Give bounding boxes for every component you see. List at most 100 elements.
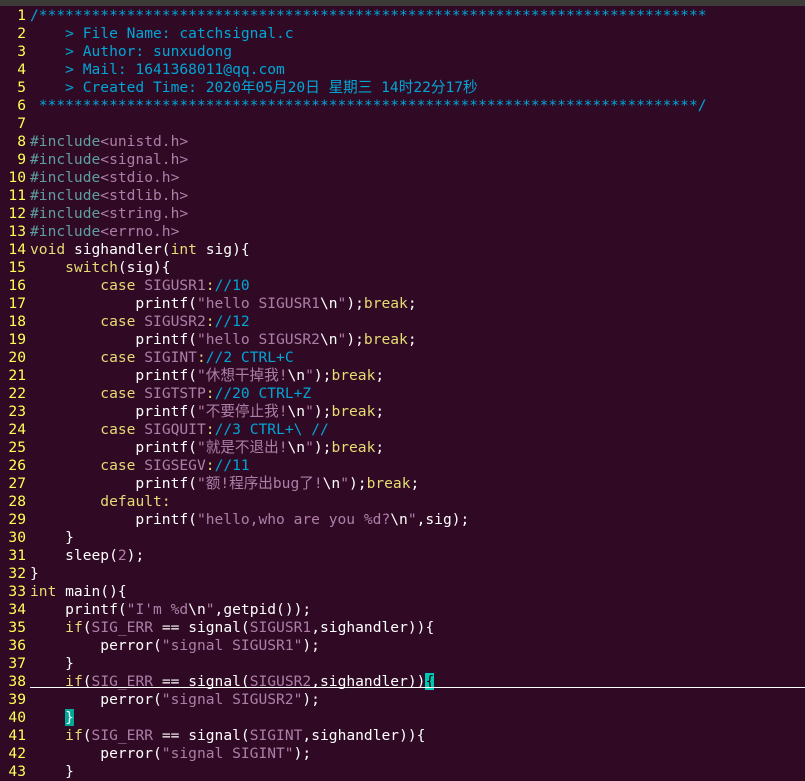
line-number: 27 [8, 475, 26, 492]
code-line[interactable]: 36 perror("signal SIGUSR1"); [0, 637, 805, 655]
line-number: 34 [8, 601, 26, 618]
line-number: 2 [17, 25, 26, 42]
code-line[interactable]: 30 } [0, 529, 805, 547]
line-number: 20 [8, 349, 26, 366]
line-number: 35 [8, 619, 26, 636]
code-line[interactable]: 35 if(SIG_ERR == signal(SIGUSR1,sighandl… [0, 619, 805, 637]
code-token: } [30, 565, 39, 582]
code-line[interactable]: 6 **************************************… [0, 97, 805, 115]
code-token: \n [390, 511, 408, 528]
code-token: ); [126, 547, 145, 564]
line-code: } [30, 763, 74, 781]
code-token: #include [30, 133, 101, 150]
line-number: 24 [8, 421, 26, 438]
line-number: 37 [8, 655, 26, 672]
code-token: SIGUSR1 [249, 619, 312, 636]
code-line[interactable]: 24 case SIGQUIT://3 CTRL+\ // [0, 421, 805, 439]
code-line[interactable]: 41 if(SIG_ERR == signal(SIGINT,sighandle… [0, 727, 805, 745]
code-token: "休想干掉我! [196, 367, 288, 384]
line-number: 38 [8, 673, 26, 690]
code-line[interactable]: 33 int main(){ [0, 583, 805, 601]
code-line[interactable]: 31 sleep(2); [0, 547, 805, 565]
code-line[interactable]: 40 } [0, 709, 805, 727]
code-line[interactable]: 37 } [0, 655, 805, 673]
code-token: #include [30, 169, 101, 186]
code-line[interactable]: 27 printf("额!程序出bug了!\n");break; [0, 475, 805, 493]
code-line[interactable]: 4 > Mail: 1641368011@qq.com [0, 61, 805, 79]
line-number: 30 [8, 529, 26, 546]
line-number: 12 [8, 205, 26, 222]
line-code: } [30, 655, 74, 673]
line-number: 1 [17, 7, 26, 24]
code-token: > Author: sunxudong [30, 43, 233, 60]
code-line[interactable]: 11 #include<stdlib.h> [0, 187, 805, 205]
code-line[interactable]: 17 printf("hello SIGUSR1\n");break; [0, 295, 805, 313]
code-line[interactable]: 3 > Author: sunxudong [0, 43, 805, 61]
code-line[interactable]: 15 switch(sig){ [0, 259, 805, 277]
code-token: perror( [30, 691, 162, 708]
code-token: printf( [30, 295, 197, 312]
line-code: switch(sig){ [30, 259, 170, 277]
line-number: 32 [8, 565, 26, 582]
code-line[interactable]: 29 printf("hello,who are you %d?\n",sig)… [0, 511, 805, 529]
code-line[interactable]: 32} [0, 565, 805, 583]
code-editor[interactable]: 1/**************************************… [0, 0, 805, 781]
code-token: SIGSEGV [144, 457, 206, 474]
line-number: 26 [8, 457, 26, 474]
code-token: <signal.h> [100, 151, 189, 168]
code-token: //10 [214, 277, 250, 294]
code-line[interactable]: 23 printf("不要停止我!\n");break; [0, 403, 805, 421]
code-line[interactable]: 10 #include<stdio.h> [0, 169, 805, 187]
code-line[interactable]: 8 #include<unistd.h> [0, 133, 805, 151]
code-line[interactable]: 34 printf("I'm %d\n",getpid()); [0, 601, 805, 619]
code-line[interactable]: 42 perror("signal SIGINT"); [0, 745, 805, 763]
code-line[interactable]: 2 > File Name: catchsignal.c [0, 25, 805, 43]
code-line[interactable]: 7 [0, 115, 805, 133]
line-code: case SIGUSR2://12 [30, 313, 249, 331]
code-token: sleep( [30, 547, 118, 564]
line-code: > Author: sunxudong [30, 43, 232, 61]
window-top-edge [0, 0, 805, 6]
code-line[interactable]: 25 printf("就是不退出!\n");break; [0, 439, 805, 457]
code-line[interactable]: 20 case SIGINT://2 CTRL+C [0, 349, 805, 367]
code-line[interactable]: 13 #include<errno.h> [0, 223, 805, 241]
code-line[interactable]: 14 void sighandler(int sig){ [0, 241, 805, 259]
line-number: 21 [8, 367, 26, 384]
code-line[interactable]: 1/**************************************… [0, 7, 805, 25]
code-token: printf( [30, 601, 127, 618]
code-token: void [30, 241, 66, 258]
code-token: int [30, 583, 57, 600]
line-code: printf("额!程序出bug了!\n");break; [30, 475, 419, 493]
code-token: case [100, 385, 136, 402]
code-line[interactable]: 43 } [0, 763, 805, 781]
code-token: #include [30, 205, 101, 222]
code-token: SIGUSR2 [144, 313, 206, 330]
code-line[interactable]: 16 case SIGUSR1://10 [0, 277, 805, 295]
code-token: \n [287, 367, 306, 384]
line-number: 14 [8, 241, 26, 258]
code-line[interactable]: 9 #include<signal.h> [0, 151, 805, 169]
code-line[interactable]: 39 perror("signal SIGUSR2"); [0, 691, 805, 709]
code-token: case [100, 277, 136, 294]
code-line[interactable]: 19 printf("hello SIGUSR2\n");break; [0, 331, 805, 349]
line-code: ****************************************… [30, 97, 707, 115]
code-token: case [100, 457, 136, 474]
code-line[interactable]: 28 default: [0, 493, 805, 511]
code-line[interactable]: 38 if(SIG_ERR == signal(SIGUSR2,sighandl… [0, 673, 805, 691]
line-number: 22 [8, 385, 26, 402]
code-token: SIG_ERR [91, 619, 154, 636]
line-code: #include<stdio.h> [30, 169, 179, 187]
code-line[interactable]: 26 case SIGSEGV://11 [0, 457, 805, 475]
code-token: printf( [30, 439, 197, 456]
code-line[interactable]: 5 > Created Time: 2020年05月20日 星期三 14时22分… [0, 79, 805, 97]
code-line[interactable]: 22 case SIGTSTP://20 CTRL+Z [0, 385, 805, 403]
code-line[interactable]: 21 printf("休想干掉我!\n");break; [0, 367, 805, 385]
code-line[interactable]: 12 #include<string.h> [0, 205, 805, 223]
code-token: main(){ [56, 583, 127, 600]
line-code: if(SIG_ERR == signal(SIGUSR2,sighandler)… [30, 673, 435, 691]
code-line[interactable]: 18 case SIGUSR2://12 [0, 313, 805, 331]
